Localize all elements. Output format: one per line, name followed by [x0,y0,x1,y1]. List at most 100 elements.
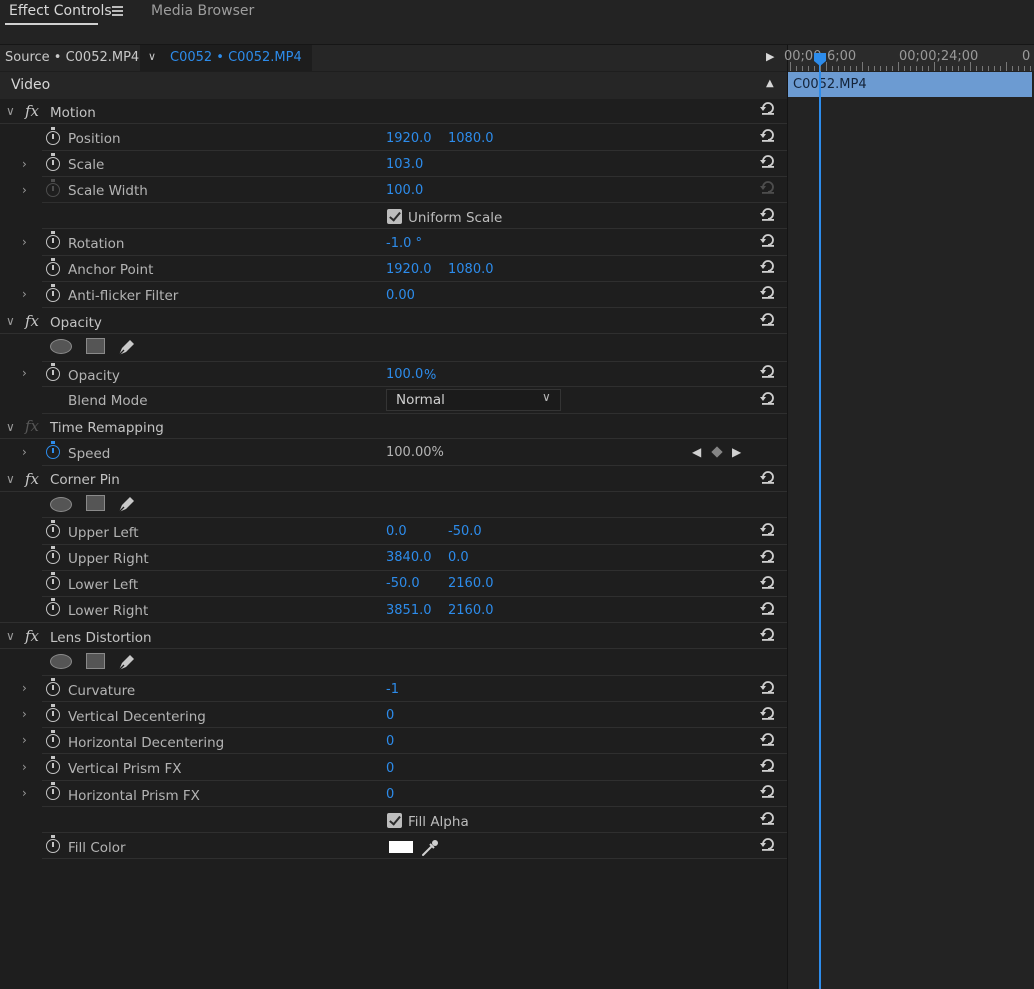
fx-toggle-icon[interactable]: fx [25,312,39,330]
horizontal-prism-value[interactable]: 0 [386,787,394,802]
ellipse-mask-icon[interactable] [50,497,72,512]
fx-toggle-icon[interactable]: fx [25,102,39,120]
scale-value[interactable]: 103.0 [386,157,423,172]
timeline-area[interactable] [787,45,1034,989]
sequence-clip-label[interactable]: C0052 • C0052.MP4 [170,50,302,65]
chevron-down-icon[interactable]: ∨ [6,104,15,118]
position-x-value[interactable]: 1920.0 [386,131,432,146]
stopwatch-icon[interactable] [46,231,60,249]
chevron-right-icon[interactable]: › [22,157,27,171]
vertical-prism-value[interactable]: 0 [386,761,394,776]
playhead-icon[interactable] [813,52,827,67]
reset-parameter-icon[interactable] [759,809,777,827]
effect-title-time-remapping[interactable]: Time Remapping [50,420,164,436]
upper-left-x-value[interactable]: 0.0 [386,524,407,539]
reset-parameter-icon[interactable] [759,599,777,617]
reset-parameter-icon[interactable] [759,468,777,486]
reset-parameter-icon[interactable] [759,730,777,748]
upper-left-y-value[interactable]: -50.0 [448,524,482,539]
stopwatch-icon[interactable] [46,704,60,722]
ellipse-mask-icon[interactable] [50,339,72,354]
chevron-right-icon[interactable]: › [22,445,27,459]
chevron-right-icon[interactable]: › [22,707,27,721]
reset-parameter-icon[interactable] [759,205,777,223]
reset-parameter-icon[interactable] [759,782,777,800]
lower-left-x-value[interactable]: -50.0 [386,576,420,591]
stopwatch-icon[interactable] [46,756,60,774]
reset-parameter-icon[interactable] [759,362,777,380]
collapse-up-icon[interactable]: ▲ [766,78,774,89]
rectangle-mask-icon[interactable] [86,338,105,354]
source-clip-label[interactable]: Source • C0052.MP4 [5,50,139,65]
reset-parameter-icon[interactable] [759,99,777,117]
reset-parameter-icon[interactable] [759,704,777,722]
stopwatch-icon[interactable] [46,546,60,564]
lower-left-y-value[interactable]: 2160.0 [448,576,494,591]
chevron-right-icon[interactable]: › [22,786,27,800]
reset-parameter-icon[interactable] [759,678,777,696]
horizontal-decentering-value[interactable]: 0 [386,734,394,749]
upper-right-x-value[interactable]: 3840.0 [386,550,432,565]
chevron-down-icon[interactable]: ∨ [148,50,156,63]
reset-parameter-icon[interactable] [759,310,777,328]
chevron-right-icon[interactable]: › [22,760,27,774]
speed-value[interactable]: 100.00% [386,445,444,460]
chevron-right-icon[interactable]: › [22,287,27,301]
chevron-down-icon[interactable]: ∨ [6,472,15,486]
reset-parameter-icon[interactable] [759,547,777,565]
reset-parameter-icon[interactable] [759,389,777,407]
chevron-down-icon[interactable]: ∨ [6,420,15,434]
chevron-right-icon[interactable]: › [22,235,27,249]
effect-title-motion[interactable]: Motion [50,105,96,121]
opacity-value[interactable]: 100.0 [386,367,423,382]
reset-parameter-icon[interactable] [759,520,777,538]
chevron-down-icon[interactable]: ∨ [6,314,15,328]
tab-effect-controls[interactable]: Effect Controls [9,3,112,19]
pen-mask-icon[interactable] [116,493,138,515]
chevron-right-icon[interactable]: › [22,733,27,747]
stopwatch-icon[interactable] [46,284,60,302]
reset-parameter-icon[interactable] [759,257,777,275]
stopwatch-icon[interactable] [46,678,60,696]
anchor-point-x-value[interactable]: 1920.0 [386,262,432,277]
fill-color-swatch[interactable] [389,841,413,853]
next-keyframe-icon[interactable]: ▶ [732,445,741,459]
fx-toggle-icon[interactable]: fx [25,627,39,645]
lower-right-y-value[interactable]: 2160.0 [448,603,494,618]
reset-parameter-icon[interactable] [759,152,777,170]
reset-parameter-icon[interactable] [759,756,777,774]
chevron-right-icon[interactable]: › [22,681,27,695]
pen-mask-icon[interactable] [116,651,138,673]
stopwatch-icon[interactable] [46,520,60,538]
reset-parameter-icon[interactable] [759,835,777,853]
reset-parameter-icon[interactable] [759,283,777,301]
stopwatch-icon[interactable] [46,835,60,853]
stopwatch-icon[interactable] [46,127,60,145]
playhead-line[interactable] [819,60,821,989]
stopwatch-icon[interactable] [46,258,60,276]
pen-mask-icon[interactable] [116,336,138,358]
tab-media-browser[interactable]: Media Browser [151,3,254,19]
eyedropper-icon[interactable] [420,838,440,858]
panel-menu-icon[interactable] [112,6,123,16]
rectangle-mask-icon[interactable] [86,495,105,511]
stopwatch-icon[interactable] [46,153,60,171]
stopwatch-icon[interactable] [46,363,60,381]
blend-mode-selected[interactable]: Normal [396,392,445,408]
rectangle-mask-icon[interactable] [86,653,105,669]
reset-parameter-icon[interactable] [759,231,777,249]
stopwatch-icon[interactable] [46,598,60,616]
reset-parameter-icon[interactable] [759,126,777,144]
stopwatch-icon[interactable] [46,782,60,800]
rotation-value[interactable]: -1.0 ° [386,236,422,251]
anti-flicker-value[interactable]: 0.00 [386,288,415,303]
anchor-point-y-value[interactable]: 1080.0 [448,262,494,277]
lower-right-x-value[interactable]: 3851.0 [386,603,432,618]
curvature-value[interactable]: -1 [386,682,399,697]
vertical-decentering-value[interactable]: 0 [386,708,394,723]
reset-parameter-icon[interactable] [759,573,777,591]
stopwatch-icon[interactable] [46,572,60,590]
chevron-down-icon[interactable]: ∨ [6,629,15,643]
effect-title-opacity[interactable]: Opacity [50,315,102,331]
stopwatch-icon[interactable] [46,441,60,459]
